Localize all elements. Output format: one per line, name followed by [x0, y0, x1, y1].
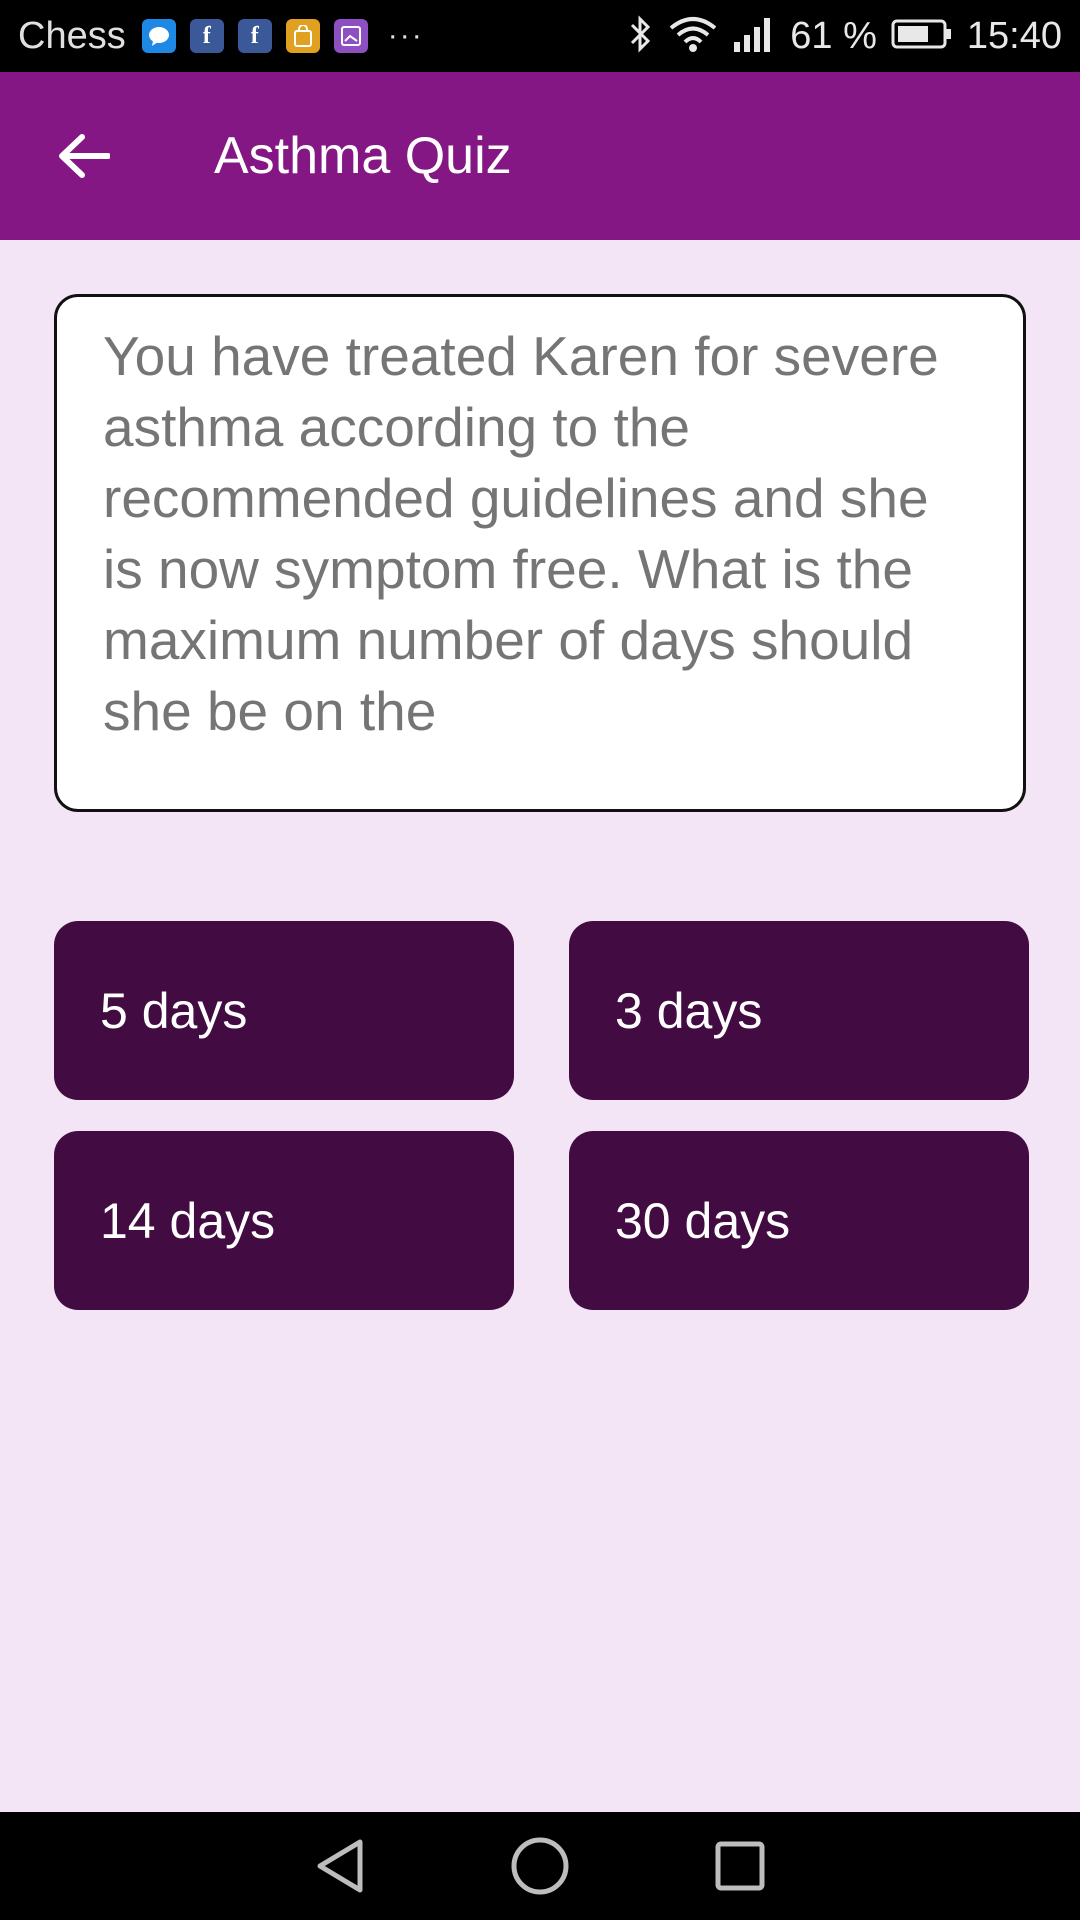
wifi-icon [668, 14, 718, 59]
bluetooth-icon [626, 14, 654, 59]
status-app-name: Chess [18, 14, 126, 57]
messenger-icon [141, 19, 176, 53]
facebook-icon: f [237, 19, 272, 53]
app-bar: Asthma Quiz [0, 72, 1080, 240]
triangle-back-icon [317, 1839, 363, 1893]
answer-button[interactable]: 3 days [569, 921, 1029, 1100]
store-bag-icon [285, 19, 320, 53]
system-nav-bar [0, 1812, 1080, 1920]
signal-icon [732, 14, 776, 59]
question-text: You have treated Karen for severe asthma… [103, 325, 939, 742]
question-card[interactable]: You have treated Karen for severe asthma… [54, 294, 1026, 812]
quiz-content: You have treated Karen for severe asthma… [0, 240, 1080, 1812]
gallery-icon [333, 19, 368, 53]
back-button[interactable] [36, 108, 132, 204]
square-recents-icon [715, 1841, 765, 1891]
arrow-back-icon [59, 134, 110, 178]
battery-icon [891, 18, 953, 55]
status-bar: Chess f f ··· 61 % 15:40 [0, 0, 1080, 72]
facebook-icon: f [189, 19, 224, 53]
nav-back-button[interactable] [310, 1836, 370, 1896]
clock: 15:40 [966, 14, 1062, 57]
battery-percent: 61 % [790, 14, 877, 57]
answer-button[interactable]: 30 days [569, 1131, 1029, 1310]
answer-grid: 5 days 3 days 14 days 30 days [54, 921, 1029, 1310]
circle-home-icon [511, 1837, 569, 1895]
nav-recents-button[interactable] [710, 1836, 770, 1896]
page-title: Asthma Quiz [214, 127, 512, 185]
answer-button[interactable]: 5 days [54, 921, 514, 1100]
answer-button[interactable]: 14 days [54, 1131, 514, 1310]
nav-home-button[interactable] [510, 1836, 570, 1896]
more-notifications-icon: ··· [387, 19, 424, 52]
